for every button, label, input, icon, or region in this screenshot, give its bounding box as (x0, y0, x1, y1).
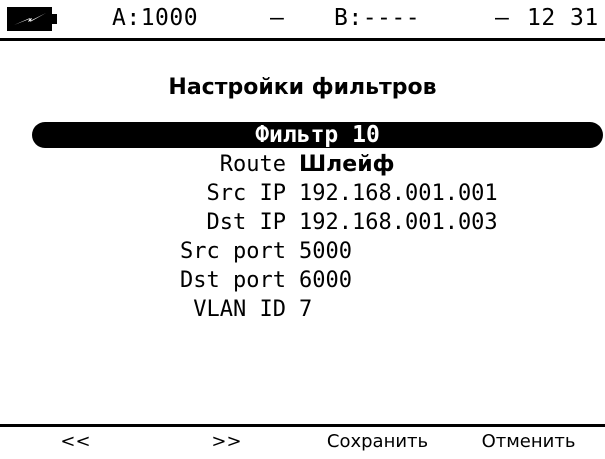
softkey-bar: << >> Сохранить Отменить (0, 424, 605, 459)
field-row-src-port[interactable]: Src port 5000 (0, 239, 605, 268)
softkey-divider (0, 424, 605, 427)
field-row-route[interactable]: Route Шлейф (0, 152, 605, 181)
battery-charging-icon (7, 7, 57, 31)
field-value[interactable]: 6000 (299, 268, 352, 293)
status-separator: – (495, 5, 510, 31)
clock: 12 31 (527, 5, 599, 31)
field-label: Src port (180, 239, 286, 264)
field-row-src-ip[interactable]: Src IP 192.168.001.001 (0, 181, 605, 210)
field-value[interactable]: 192.168.001.003 (299, 210, 498, 235)
cancel-button[interactable]: Отменить (453, 431, 604, 452)
field-row-vlan-id[interactable]: VLAN ID 7 (0, 297, 605, 326)
channel-a-status: A:1000 (112, 5, 199, 31)
status-divider (0, 38, 605, 41)
save-button[interactable]: Сохранить (302, 431, 453, 452)
field-value[interactable]: 7 (299, 297, 312, 322)
field-label: Route (219, 152, 286, 177)
field-label: Src IP (206, 181, 286, 206)
filter-selector[interactable]: Фильтр 10 (32, 122, 603, 148)
field-label: Dst port (180, 268, 286, 293)
device-screen: A:1000 – B:---- – 12 31 Настройки фильтр… (0, 0, 605, 459)
field-value[interactable]: 5000 (299, 239, 352, 264)
field-value[interactable]: 192.168.001.001 (299, 181, 498, 206)
page-title: Настройки фильтров (168, 75, 437, 100)
prev-button[interactable]: << (0, 431, 151, 452)
status-separator: – (270, 5, 285, 31)
next-button[interactable]: >> (151, 431, 302, 452)
field-row-dst-ip[interactable]: Dst IP 192.168.001.003 (0, 210, 605, 239)
channel-b-status: B:---- (334, 5, 421, 31)
field-value[interactable]: Шлейф (299, 152, 394, 177)
field-label: VLAN ID (193, 297, 286, 322)
field-label: Dst IP (206, 210, 286, 235)
status-bar: A:1000 – B:---- – 12 31 (0, 0, 605, 41)
field-row-dst-port[interactable]: Dst port 6000 (0, 268, 605, 297)
